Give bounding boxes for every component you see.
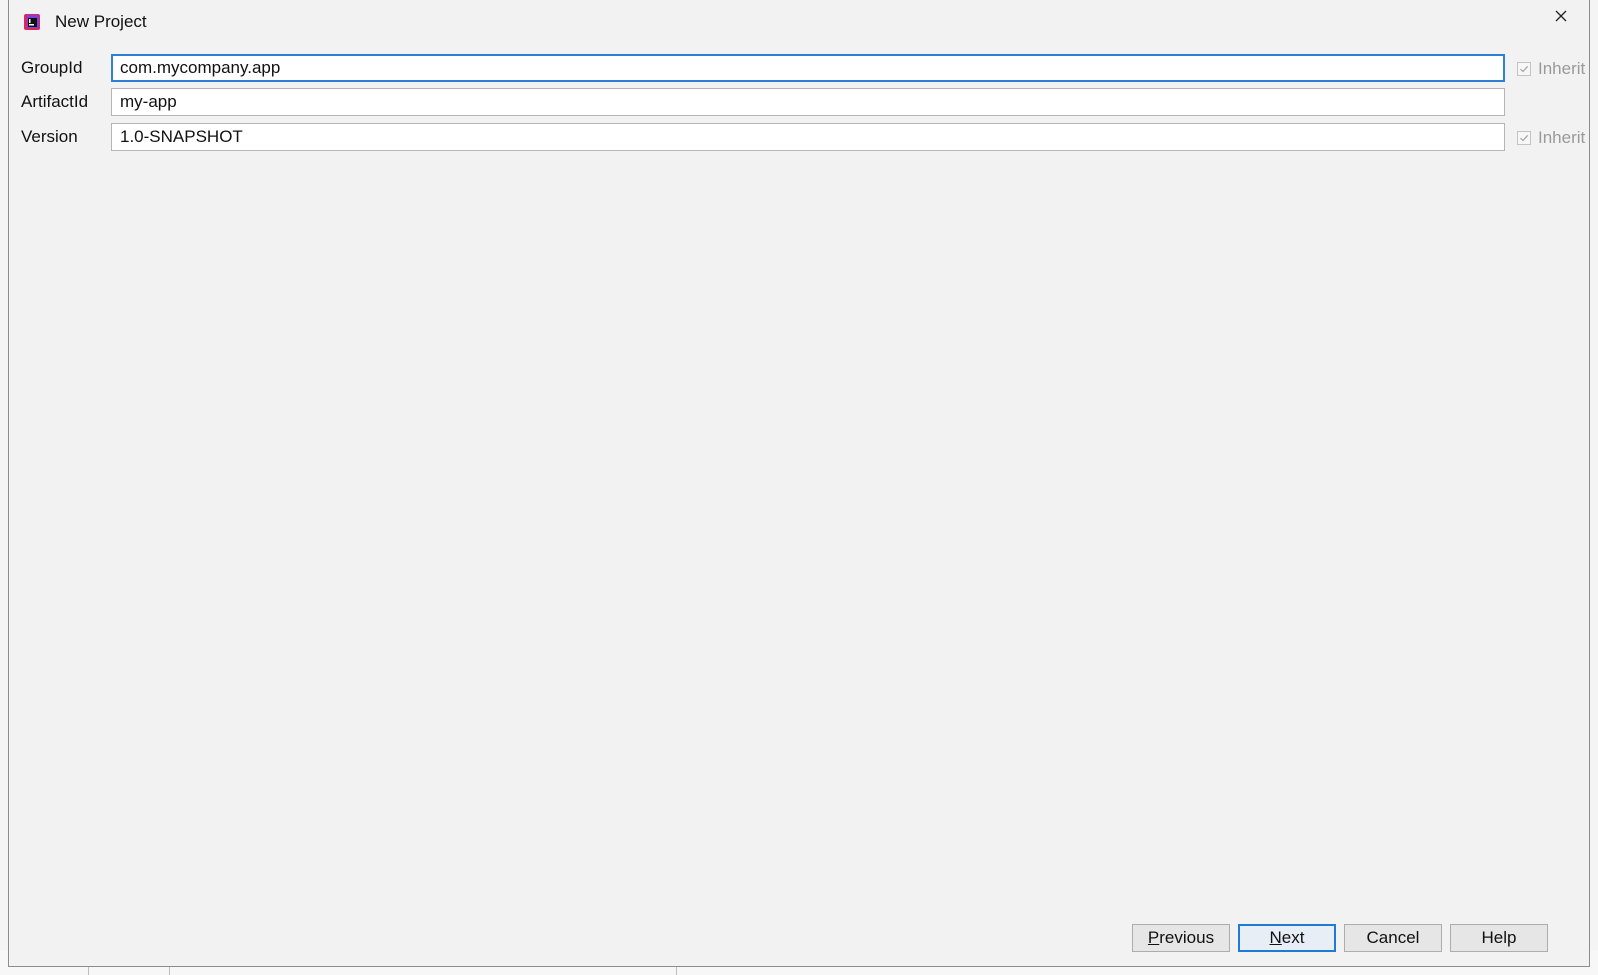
groupid-inherit-label: Inherit [1538,59,1586,78]
previous-mnemonic: P [1147,928,1160,947]
background-left-edge [0,0,8,975]
previous-label: revious [1159,928,1215,947]
artifactid-row: ArtifactId [21,88,1581,116]
version-row: Version Inherit [21,123,1585,151]
next-button[interactable]: Next [1238,924,1336,952]
cancel-button[interactable]: Cancel [1344,924,1442,952]
next-label: ext [1281,928,1305,947]
check-icon [1517,62,1531,76]
next-mnemonic: N [1269,928,1282,947]
version-inherit-label: Inherit [1538,128,1586,147]
version-label: Version [21,127,78,146]
new-project-dialog: New Project GroupId Inherit ArtifactId V… [8,0,1590,967]
dialog-title: New Project [55,12,147,31]
close-icon [1555,9,1567,27]
dialog-titlebar: New Project [9,0,1589,44]
background-right-edge [1590,0,1598,975]
groupid-label: GroupId [21,58,83,77]
groupid-row: GroupId Inherit [21,54,1585,82]
groupid-input[interactable] [111,54,1505,82]
artifactid-input[interactable] [111,88,1505,116]
artifactid-label: ArtifactId [21,92,89,111]
help-button[interactable]: Help [1450,924,1548,952]
intellij-idea-icon [23,13,41,31]
close-button[interactable] [1545,4,1577,32]
version-inherit-checkbox[interactable]: Inherit [1517,128,1585,148]
version-input[interactable] [111,123,1505,151]
groupid-inherit-checkbox[interactable]: Inherit [1517,59,1585,79]
previous-button[interactable]: Previous [1132,924,1230,952]
check-icon [1517,131,1531,145]
